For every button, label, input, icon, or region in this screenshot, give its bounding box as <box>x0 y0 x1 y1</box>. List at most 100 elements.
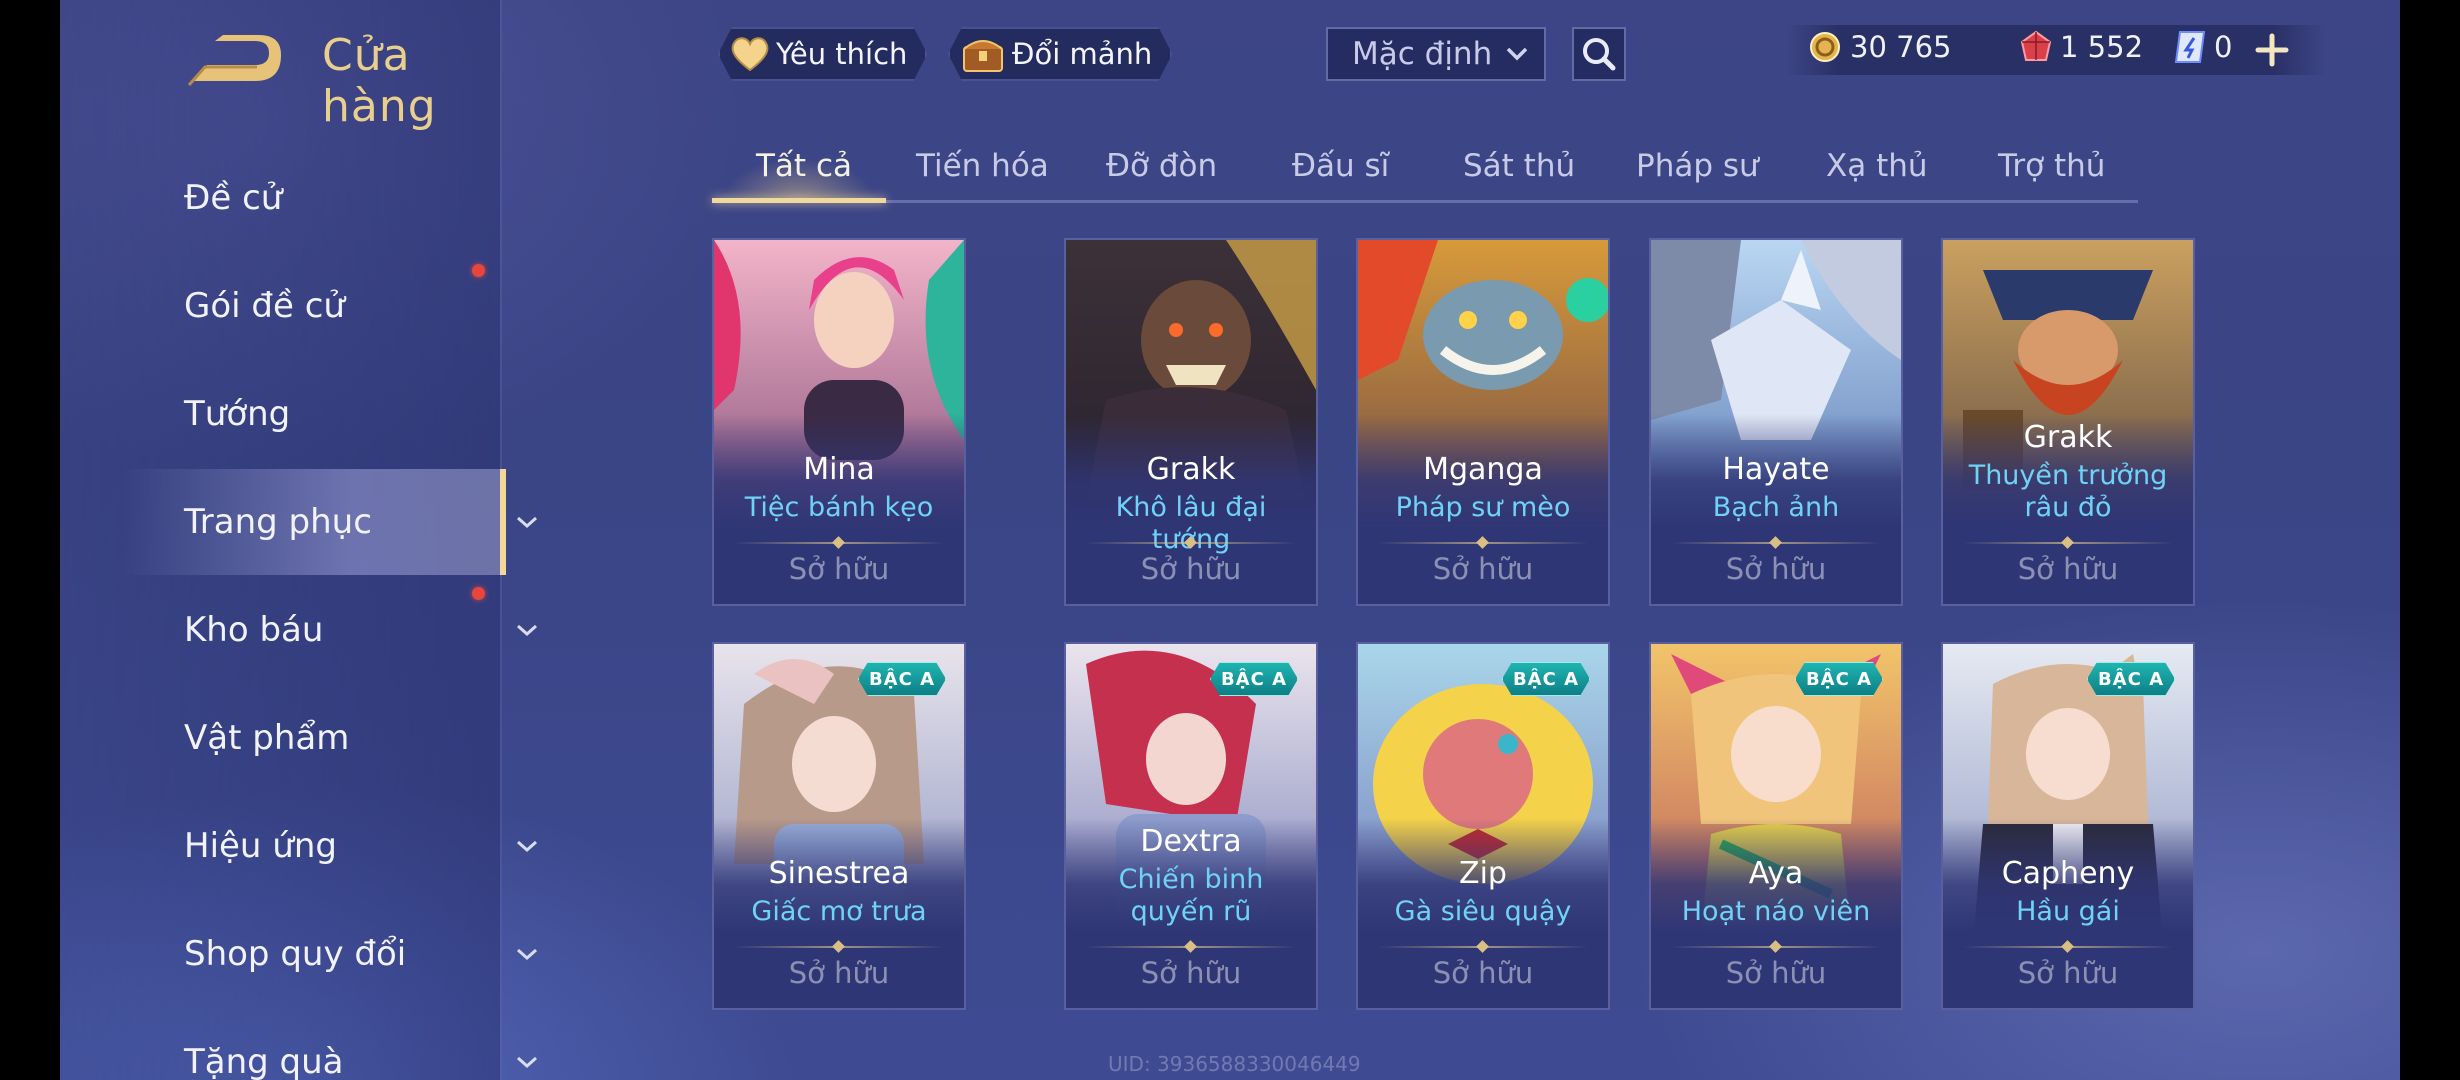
skin-card[interactable]: Grakk Thuyền trưởng râu đỏ Sở hữu <box>1941 238 2195 606</box>
gold-amount: 30 765 <box>1850 30 1952 64</box>
chevron-down-icon <box>1506 47 1528 61</box>
search-button[interactable] <box>1572 27 1626 81</box>
back-arrow-icon[interactable] <box>185 35 285 89</box>
chevron-down-icon <box>517 624 537 637</box>
sidebar-item-items[interactable]: Vật phẩm <box>122 685 500 791</box>
favorite-button[interactable]: Yêu thích <box>718 27 927 81</box>
page-title: Cửa hàng <box>322 30 437 132</box>
tab-fighter[interactable]: Đấu sĩ <box>1292 148 1389 184</box>
sidebar-item-effects[interactable]: Hiệu ứng <box>122 793 537 899</box>
owned-status: Sở hữu <box>1140 956 1242 990</box>
user-id-watermark: UID: 3936588330046449 <box>1108 1052 1361 1076</box>
skin-name: Pháp sư mèo <box>1395 492 1571 523</box>
sidebar-item-gifts[interactable]: Tặng quà <box>122 1009 537 1080</box>
gold-balance: 30 765 <box>1808 30 1951 64</box>
favorite-label: Yêu thích <box>776 37 908 71</box>
voucher-balance: 1 552 <box>2020 30 2143 64</box>
skin-name: Thuyền trưởng râu đỏ <box>1968 460 2168 523</box>
owned-status: Sở hữu <box>1140 552 1242 586</box>
owned-status: Sở hữu <box>788 552 890 586</box>
sidebar-item-label: Tặng quà <box>184 1042 344 1080</box>
ticket-amount: 0 <box>2214 30 2233 64</box>
notification-dot <box>472 587 485 600</box>
owned-status: Sở hữu <box>2017 956 2119 990</box>
hero-name: Capheny <box>2001 856 2135 891</box>
skin-name: Giấc mơ trưa <box>751 896 927 927</box>
add-currency-icon[interactable] <box>2252 30 2292 70</box>
chevron-down-icon <box>517 516 537 529</box>
ticket-balance: 0 <box>2174 30 2232 64</box>
active-tab-indicator <box>712 198 886 203</box>
red-gem-icon <box>2020 30 2052 61</box>
skin-name: Chiến binh quyến rũ <box>1118 864 1264 927</box>
hero-name: Dextra <box>1140 824 1242 859</box>
tab-assassin[interactable]: Sát thủ <box>1463 148 1575 184</box>
treasure-chest-icon <box>960 33 1006 75</box>
skin-card[interactable]: BẬC A Capheny Hầu gái Sở hữu <box>1941 642 2195 1010</box>
skin-name: Bạch ảnh <box>1712 492 1840 523</box>
skin-card[interactable]: BẬC A Aya Hoạt náo viên Sở hữu <box>1649 642 1903 1010</box>
tier-badge: BẬC A <box>1502 662 1590 696</box>
owned-status: Sở hữu <box>788 956 890 990</box>
tab-tank[interactable]: Đỡ đòn <box>1106 148 1217 184</box>
owned-status: Sở hữu <box>1432 956 1534 990</box>
tab-support[interactable]: Trợ thủ <box>1998 148 2105 184</box>
sidebar-item-recommended[interactable]: Đề cử <box>122 145 500 251</box>
sort-dropdown[interactable]: Mặc định <box>1326 27 1546 81</box>
skin-name: Tiệc bánh kẹo <box>744 492 934 523</box>
chevron-down-icon <box>517 1056 537 1069</box>
skin-card[interactable]: Mina Tiệc bánh kẹo Sở hữu <box>712 238 966 606</box>
sidebar-item-recommended-packs[interactable]: Gói đề cử <box>122 253 500 359</box>
hero-name: Aya <box>1748 856 1804 891</box>
heart-icon <box>730 36 770 72</box>
ticket-icon <box>2174 31 2206 63</box>
sidebar-item-label: Kho báu <box>184 610 324 650</box>
skin-name: Hầu gái <box>2016 896 2120 927</box>
sidebar-item-label: Shop quy đổi <box>184 934 407 974</box>
hero-name: Mganga <box>1423 452 1543 487</box>
exchange-fragments-button[interactable]: Đổi mảnh <box>948 27 1172 81</box>
tab-mage[interactable]: Pháp sư <box>1636 148 1759 184</box>
tier-badge: BẬC A <box>1210 662 1298 696</box>
sidebar-item-label: Đề cử <box>184 178 283 218</box>
owned-status: Sở hữu <box>1725 552 1827 586</box>
hero-name: Zip <box>1459 856 1507 891</box>
sort-value: Mặc định <box>1352 36 1493 72</box>
tier-badge: BẬC A <box>2087 662 2175 696</box>
notification-dot <box>472 264 485 277</box>
owned-status: Sở hữu <box>1725 956 1827 990</box>
tab-evolution[interactable]: Tiến hóa <box>916 148 1049 184</box>
sidebar-item-heroes[interactable]: Tướng <box>122 361 500 467</box>
sidebar: Cửa hàng Đề cử Gói đề cử Tướng Trang phụ… <box>60 0 537 1080</box>
tab-marksman[interactable]: Xạ thủ <box>1826 148 1928 184</box>
tier-badge: BẬC A <box>858 662 946 696</box>
exchange-label: Đổi mảnh <box>1012 37 1153 71</box>
tab-divider <box>712 200 2138 203</box>
hero-name: Mina <box>803 452 875 487</box>
hero-name: Grakk <box>2023 420 2113 455</box>
hero-name: Hayate <box>1722 452 1830 487</box>
tab-all[interactable]: Tất cả <box>756 148 852 184</box>
skin-card[interactable]: BẬC A Dextra Chiến binh quyến rũ Sở hữu <box>1064 642 1318 1010</box>
sidebar-item-skins[interactable]: Trang phục <box>122 469 537 575</box>
sidebar-item-label: Hiệu ứng <box>184 826 337 866</box>
sidebar-item-label: Trang phục <box>184 502 372 542</box>
sidebar-item-label: Tướng <box>184 394 291 434</box>
chevron-down-icon <box>517 948 537 961</box>
skin-card[interactable]: Mganga Pháp sư mèo Sở hữu <box>1356 238 1610 606</box>
skin-card[interactable]: Hayate Bạch ảnh Sở hữu <box>1649 238 1903 606</box>
sidebar-item-label: Vật phẩm <box>184 718 350 758</box>
voucher-amount: 1 552 <box>2060 30 2144 64</box>
skin-card[interactable]: BẬC A Sinestrea Giấc mơ trưa Sở hữu <box>712 642 966 1010</box>
search-icon <box>1583 38 1616 71</box>
sidebar-item-exchange-shop[interactable]: Shop quy đổi <box>122 901 537 1007</box>
skin-card[interactable]: BẬC A Zip Gà siêu quậy Sở hữu <box>1356 642 1610 1010</box>
hero-name: Sinestrea <box>768 856 910 891</box>
skin-name: Hoạt náo viên <box>1681 896 1871 927</box>
skin-name: Gà siêu quậy <box>1394 896 1572 927</box>
skin-card[interactable]: Grakk Khô lâu đại tướng Sở hữu <box>1064 238 1318 606</box>
shop-screen: Cửa hàng Đề cử Gói đề cử Tướng Trang phụ… <box>60 0 2400 1080</box>
chevron-down-icon <box>517 840 537 853</box>
sidebar-item-treasure[interactable]: Kho báu <box>122 577 537 683</box>
owned-status: Sở hữu <box>1432 552 1534 586</box>
